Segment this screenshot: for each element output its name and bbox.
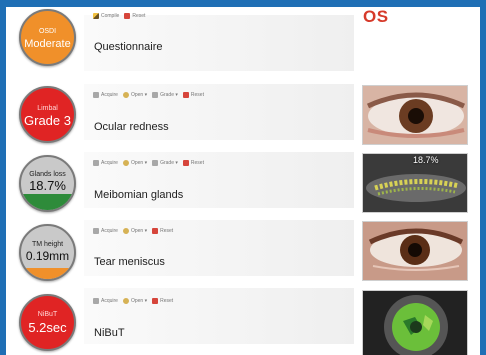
eye-photo (363, 86, 467, 144)
grade-icon (152, 160, 159, 166)
open-button[interactable]: Open ▾ (122, 160, 147, 166)
badge-caption: Limbal (37, 105, 58, 112)
eye-photo (363, 222, 467, 280)
reset-label: Reset (160, 298, 174, 304)
reset-button[interactable]: Reset (152, 228, 173, 234)
acquire-label: Acquire (101, 92, 118, 98)
osdi-badge: OSDI Moderate (19, 9, 76, 66)
tear-meniscus-image[interactable] (362, 221, 468, 281)
limbal-badge: Limbal Grade 3 (19, 86, 76, 143)
open-button[interactable]: Open ▾ (122, 298, 147, 304)
open-label: Open (130, 298, 144, 304)
open-label: Open (130, 160, 144, 166)
acquire-button[interactable]: Acquire (93, 228, 118, 234)
badge-fill (21, 268, 74, 279)
row-nibut: NiBuT 5.2sec Acquire Open ▾ Reset NiBuT (6, 284, 480, 355)
reset-icon (124, 13, 131, 19)
badge-caption: OSDI (38, 28, 57, 35)
tear-film-map (363, 291, 467, 355)
row-ocular-redness: Limbal Grade 3 Acquire Open ▾ Grade ▾ Re… (6, 80, 480, 148)
tm-height-badge: TM height 0.19mm (19, 224, 76, 281)
camera-icon (93, 92, 99, 98)
reset-label: Reset (190, 92, 204, 98)
folder-icon (122, 160, 129, 166)
acquire-button[interactable]: Acquire (93, 298, 118, 304)
open-button[interactable]: Open ▾ (122, 92, 147, 98)
acquire-button[interactable]: Acquire (93, 160, 118, 166)
reset-button[interactable]: Reset (152, 298, 173, 304)
reset-label: Reset (190, 160, 204, 166)
grade-label: Grade (160, 160, 174, 166)
exam-panel: OS OSDI Moderate Compile Reset Questionn… (6, 7, 480, 355)
reset-button[interactable]: Reset (182, 92, 204, 98)
row-toolbar: Acquire Open ▾ Reset (93, 226, 178, 236)
badge-value: Moderate (24, 38, 71, 50)
reset-button[interactable]: Reset (182, 160, 204, 166)
badge-value: 18.7% (29, 178, 66, 193)
row-toolbar: Acquire Open ▾ Grade ▾ Reset (93, 90, 209, 100)
acquire-label: Acquire (101, 160, 118, 166)
camera-icon (93, 160, 99, 166)
open-label: Open (130, 228, 144, 234)
row-toolbar: Acquire Open ▾ Reset (93, 296, 178, 306)
glands-loss-overlay: 18.7% (413, 155, 439, 165)
folder-icon (122, 298, 129, 304)
badge-fill (21, 194, 74, 210)
folder-icon (122, 92, 129, 98)
badge-caption: TM height (31, 241, 64, 248)
row-label: Ocular redness (94, 121, 169, 133)
camera-icon (93, 298, 99, 304)
nibut-image[interactable] (362, 290, 468, 355)
grade-label: Grade (160, 92, 174, 98)
reset-icon (152, 228, 159, 234)
compile-label: Compile (101, 13, 120, 19)
badge-caption: NiBuT (37, 311, 58, 318)
row-label: Questionnaire (94, 41, 163, 53)
row-label: NiBuT (94, 327, 125, 339)
badge-value: Grade 3 (24, 113, 71, 128)
compile-button[interactable]: Compile (93, 13, 119, 19)
badge-value: 5.2sec (28, 320, 67, 335)
row-label: Meibomian glands (94, 189, 184, 201)
reset-label: Reset (160, 228, 174, 234)
acquire-button[interactable]: Acquire (93, 92, 118, 98)
reset-icon (182, 92, 189, 98)
nibut-badge: NiBuT 5.2sec (19, 294, 76, 351)
ocular-redness-image[interactable] (362, 85, 468, 145)
glands-loss-badge: Glands loss 18.7% (19, 155, 76, 212)
open-button[interactable]: Open ▾ (122, 228, 147, 234)
reset-button[interactable]: Reset (124, 13, 145, 19)
camera-icon (93, 228, 99, 234)
acquire-label: Acquire (101, 228, 118, 234)
pencil-icon (93, 13, 99, 19)
reset-label: Reset (132, 13, 146, 19)
reset-icon (182, 160, 189, 166)
folder-icon (122, 228, 129, 234)
grade-button[interactable]: Grade ▾ (152, 92, 178, 98)
row-toolbar: Compile Reset (93, 11, 150, 21)
row-questionnaire: OSDI Moderate Compile Reset Questionnair… (6, 7, 480, 75)
acquire-label: Acquire (101, 298, 118, 304)
row-tear-meniscus: TM height 0.19mm Acquire Open ▾ Reset Te… (6, 216, 480, 284)
grade-icon (152, 92, 159, 98)
grade-button[interactable]: Grade ▾ (152, 160, 178, 166)
row-label: Tear meniscus (94, 256, 165, 268)
row-toolbar: Acquire Open ▾ Grade ▾ Reset (93, 158, 209, 168)
badge-value: 0.19mm (25, 249, 70, 263)
open-label: Open (130, 92, 144, 98)
meibomian-glands-image[interactable]: 18.7% (362, 153, 468, 213)
reset-icon (152, 298, 159, 304)
row-meibomian-glands: Glands loss 18.7% Acquire Open ▾ Grade ▾… (6, 148, 480, 216)
